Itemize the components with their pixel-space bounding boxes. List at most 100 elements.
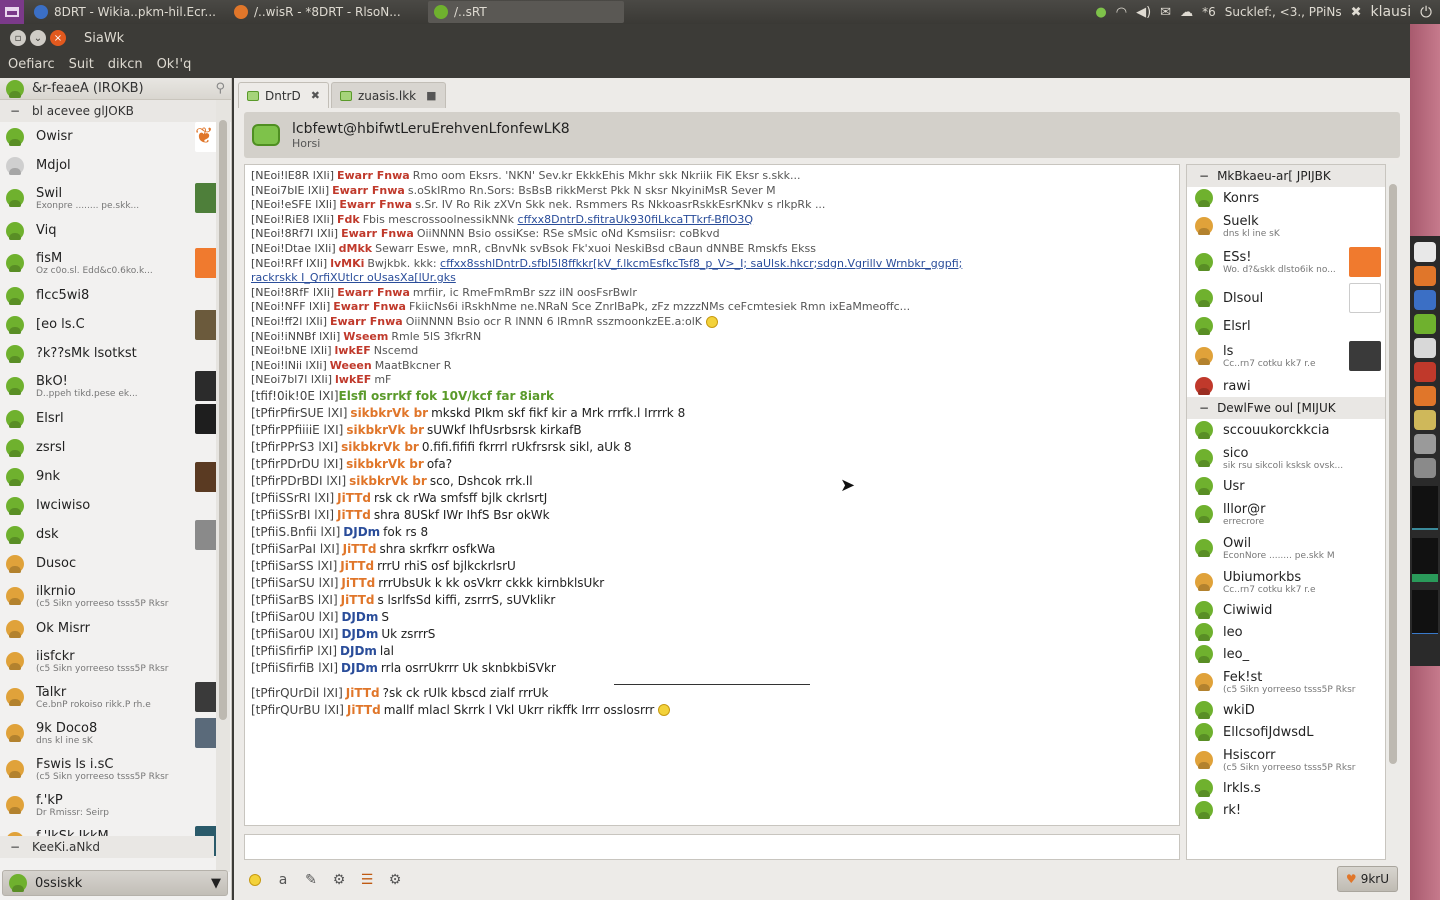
volume-icon[interactable]: ◀) (1136, 5, 1151, 20)
search-icon[interactable]: ⚲ (215, 81, 225, 96)
clock[interactable]: Sucklef:, <3., PPiNs (1225, 5, 1342, 19)
contact-item[interactable]: Talkr Ce.bnP rokoiso rikk.P rh.e (0, 679, 231, 715)
menu-item[interactable]: Ok!'q (157, 57, 192, 72)
occupant-item[interactable]: leo (1187, 621, 1385, 643)
close-tab-icon[interactable]: ✖ (311, 89, 320, 102)
occupant-item[interactable]: Ubiumorkbs Cc..rn7 cotku kk7 r.e (1187, 565, 1385, 599)
contact-item[interactable]: Elsrl (0, 403, 231, 434)
occupant-item[interactable]: sico sik rsu sikcoli ksksk ovsk... (1187, 441, 1385, 475)
notes-icon[interactable] (1414, 338, 1436, 358)
settings-icon[interactable]: ⚙ (386, 871, 404, 889)
occupant-item[interactable]: wkiD (1187, 699, 1385, 721)
occupant-group[interactable]: − DewlFwe oul [MIJUK (1187, 397, 1385, 419)
font-icon[interactable]: a (274, 871, 292, 889)
message-input[interactable] (244, 834, 1180, 860)
contact-item[interactable]: Mdjol (0, 151, 231, 180)
close-button[interactable]: × (50, 30, 66, 46)
occupant-item[interactable]: sccouukorckkcia (1187, 419, 1385, 441)
occupant-item[interactable]: Usr (1187, 475, 1385, 497)
mail-icon[interactable]: ✉ (1160, 5, 1171, 20)
weather-icon[interactable]: ☁ (1180, 5, 1193, 20)
occupant-item[interactable]: Fek!st (c5 Sikn yorreeso tsss5P Rksr (1187, 665, 1385, 699)
occupant-item[interactable]: Konrs (1187, 187, 1385, 209)
occupant-item[interactable]: leo_ (1187, 643, 1385, 665)
close-tab-icon[interactable]: ■ (426, 89, 436, 102)
contact-item[interactable]: Ok Misrr (0, 614, 231, 643)
contact-item[interactable]: Viq (0, 216, 231, 245)
firefox-icon[interactable] (1414, 266, 1436, 286)
trash-icon[interactable] (1414, 458, 1436, 478)
minimize-button[interactable]: ⌄ (30, 30, 46, 46)
contact-item[interactable]: Owisr ❦ (0, 121, 231, 152)
task-button[interactable]: /..sRT (428, 1, 624, 23)
occupant-item[interactable]: ls Cc..rn7 cotku kk7 r.e (1187, 337, 1385, 375)
task-button[interactable]: /..wisR - *8DRT - RlsoN... (228, 1, 424, 23)
collapse-icon[interactable]: − (10, 104, 22, 118)
chat-icon[interactable] (1414, 314, 1436, 334)
contact-item[interactable]: Swil Exonpre ........ pe.skk... (0, 180, 231, 216)
message-link[interactable]: cffxx8DntrD.sfitraUk930fiLkcaTTkrf-BflO3… (518, 213, 754, 226)
contact-item[interactable]: iisfckr (c5 Sikn yorreeso tsss5P Rksr (0, 643, 231, 679)
calendar-icon[interactable] (1414, 362, 1436, 382)
occupant-item[interactable]: Owil EconNore ........ pe.skk M (1187, 531, 1385, 565)
smiley-icon[interactable] (246, 871, 264, 889)
contact-item[interactable]: [eo ls.C (0, 309, 231, 340)
user-icon[interactable]: ✖ (1351, 5, 1362, 20)
send-button[interactable]: ♥ 9krU (1336, 866, 1398, 892)
ruler-icon[interactable] (1414, 410, 1436, 430)
occupant-item[interactable]: Hsiscorr (c5 Sikn yorreeso tsss5P Rksr (1187, 743, 1385, 777)
message-link[interactable]: rackrskk I_QrfiXUtlcr oUsasXa[lUr.gks (251, 271, 456, 284)
contact-item[interactable]: ?k??sMk lsotkst (0, 339, 231, 368)
occupant-item[interactable]: lrkls.s (1187, 777, 1385, 799)
roster-group-offline[interactable]: − KeeKi.aNkd (0, 836, 214, 858)
contact-item[interactable]: flcc5wi8 (0, 281, 231, 310)
occupant-item[interactable]: EllcsofiJdwsdL (1187, 721, 1385, 743)
pen-icon[interactable]: ✎ (302, 871, 320, 889)
tab-chat-2[interactable]: zuasis.lkk ■ (330, 82, 446, 108)
calculator-icon[interactable] (1414, 434, 1436, 454)
task-button[interactable]: 8DRT - Wikia..pkm-hil.Ecr... (28, 1, 224, 23)
contact-item[interactable]: Fswis ls i.sC (c5 Sikn yorreeso tsss5P Rk… (0, 751, 231, 787)
occupant-item[interactable]: rawi (1187, 375, 1385, 397)
ubuntu-one-icon[interactable] (1414, 386, 1436, 406)
occupant-item[interactable]: Ciwiwid (1187, 599, 1385, 621)
status-dropdown[interactable]: 0ssiskk ▼ (2, 870, 228, 896)
menu-item[interactable]: Oefiarc (8, 57, 55, 72)
collapse-icon[interactable]: − (1199, 401, 1209, 415)
history-icon[interactable]: ☰ (358, 871, 376, 889)
occupant-scrollbar[interactable] (1386, 164, 1400, 860)
contact-item[interactable]: zsrsl (0, 433, 231, 462)
menu-item[interactable]: Suit (69, 57, 94, 72)
wifi-icon[interactable]: ◠ (1116, 5, 1127, 20)
gear-icon[interactable]: ⚙ (330, 871, 348, 889)
occupant-item[interactable]: ESs! Wo. d?&skk dlsto6ik no... (1187, 243, 1385, 281)
contact-item[interactable]: fisM Oz c0o.sl. Edd&c0.6ko.k... (0, 245, 231, 281)
app-menu-button[interactable] (0, 0, 24, 24)
power-icon[interactable]: ⏻ (1420, 3, 1432, 21)
roster-group-online[interactable]: − bl acevee glJOKB (0, 100, 231, 122)
roster-scrollbar[interactable] (216, 100, 230, 872)
message-link[interactable]: cffxx8sshlDntrD.sfbl5l8ffkkr[kV_f.lkcmEs… (440, 257, 962, 270)
contact-item[interactable]: dsk (0, 519, 231, 550)
contact-item[interactable]: 9k Doco8 dns kl ine sK (0, 715, 231, 751)
contact-item[interactable]: BkO! D..ppeh tikd.pese ek... (0, 368, 231, 404)
occupant-item[interactable]: rk! (1187, 799, 1385, 821)
contact-item[interactable]: 9nk (0, 461, 231, 492)
account-header[interactable]: &r-feaeA (IROKB) ⚲ (0, 78, 231, 100)
collapse-icon[interactable]: − (1199, 169, 1209, 183)
collapse-icon[interactable]: − (10, 840, 22, 854)
restore-button[interactable]: ▫ (10, 30, 26, 46)
occupant-group[interactable]: − MkBkaeu-ar[ JPIJBK (1187, 165, 1385, 187)
occupant-item[interactable]: lllor@r errecrore (1187, 497, 1385, 531)
settings-icon[interactable] (1414, 242, 1436, 262)
thunderbird-icon[interactable] (1414, 290, 1436, 310)
chat-status-icon[interactable]: ● (1095, 5, 1106, 20)
contact-item[interactable]: Dusoc (0, 549, 231, 578)
contact-item[interactable]: ilkrnio (c5 Sikn yorreeso tsss5P Rksr (0, 578, 231, 614)
occupant-item[interactable]: Suelk dns kl ine sK (1187, 209, 1385, 243)
tab-chat-1[interactable]: DntrD ✖ (238, 82, 329, 108)
battery-label[interactable]: *6 (1202, 5, 1216, 19)
menu-item[interactable]: dikcn (108, 57, 143, 72)
occupant-item[interactable]: Dlsoul (1187, 281, 1385, 315)
user-name[interactable]: klausi (1370, 4, 1411, 20)
